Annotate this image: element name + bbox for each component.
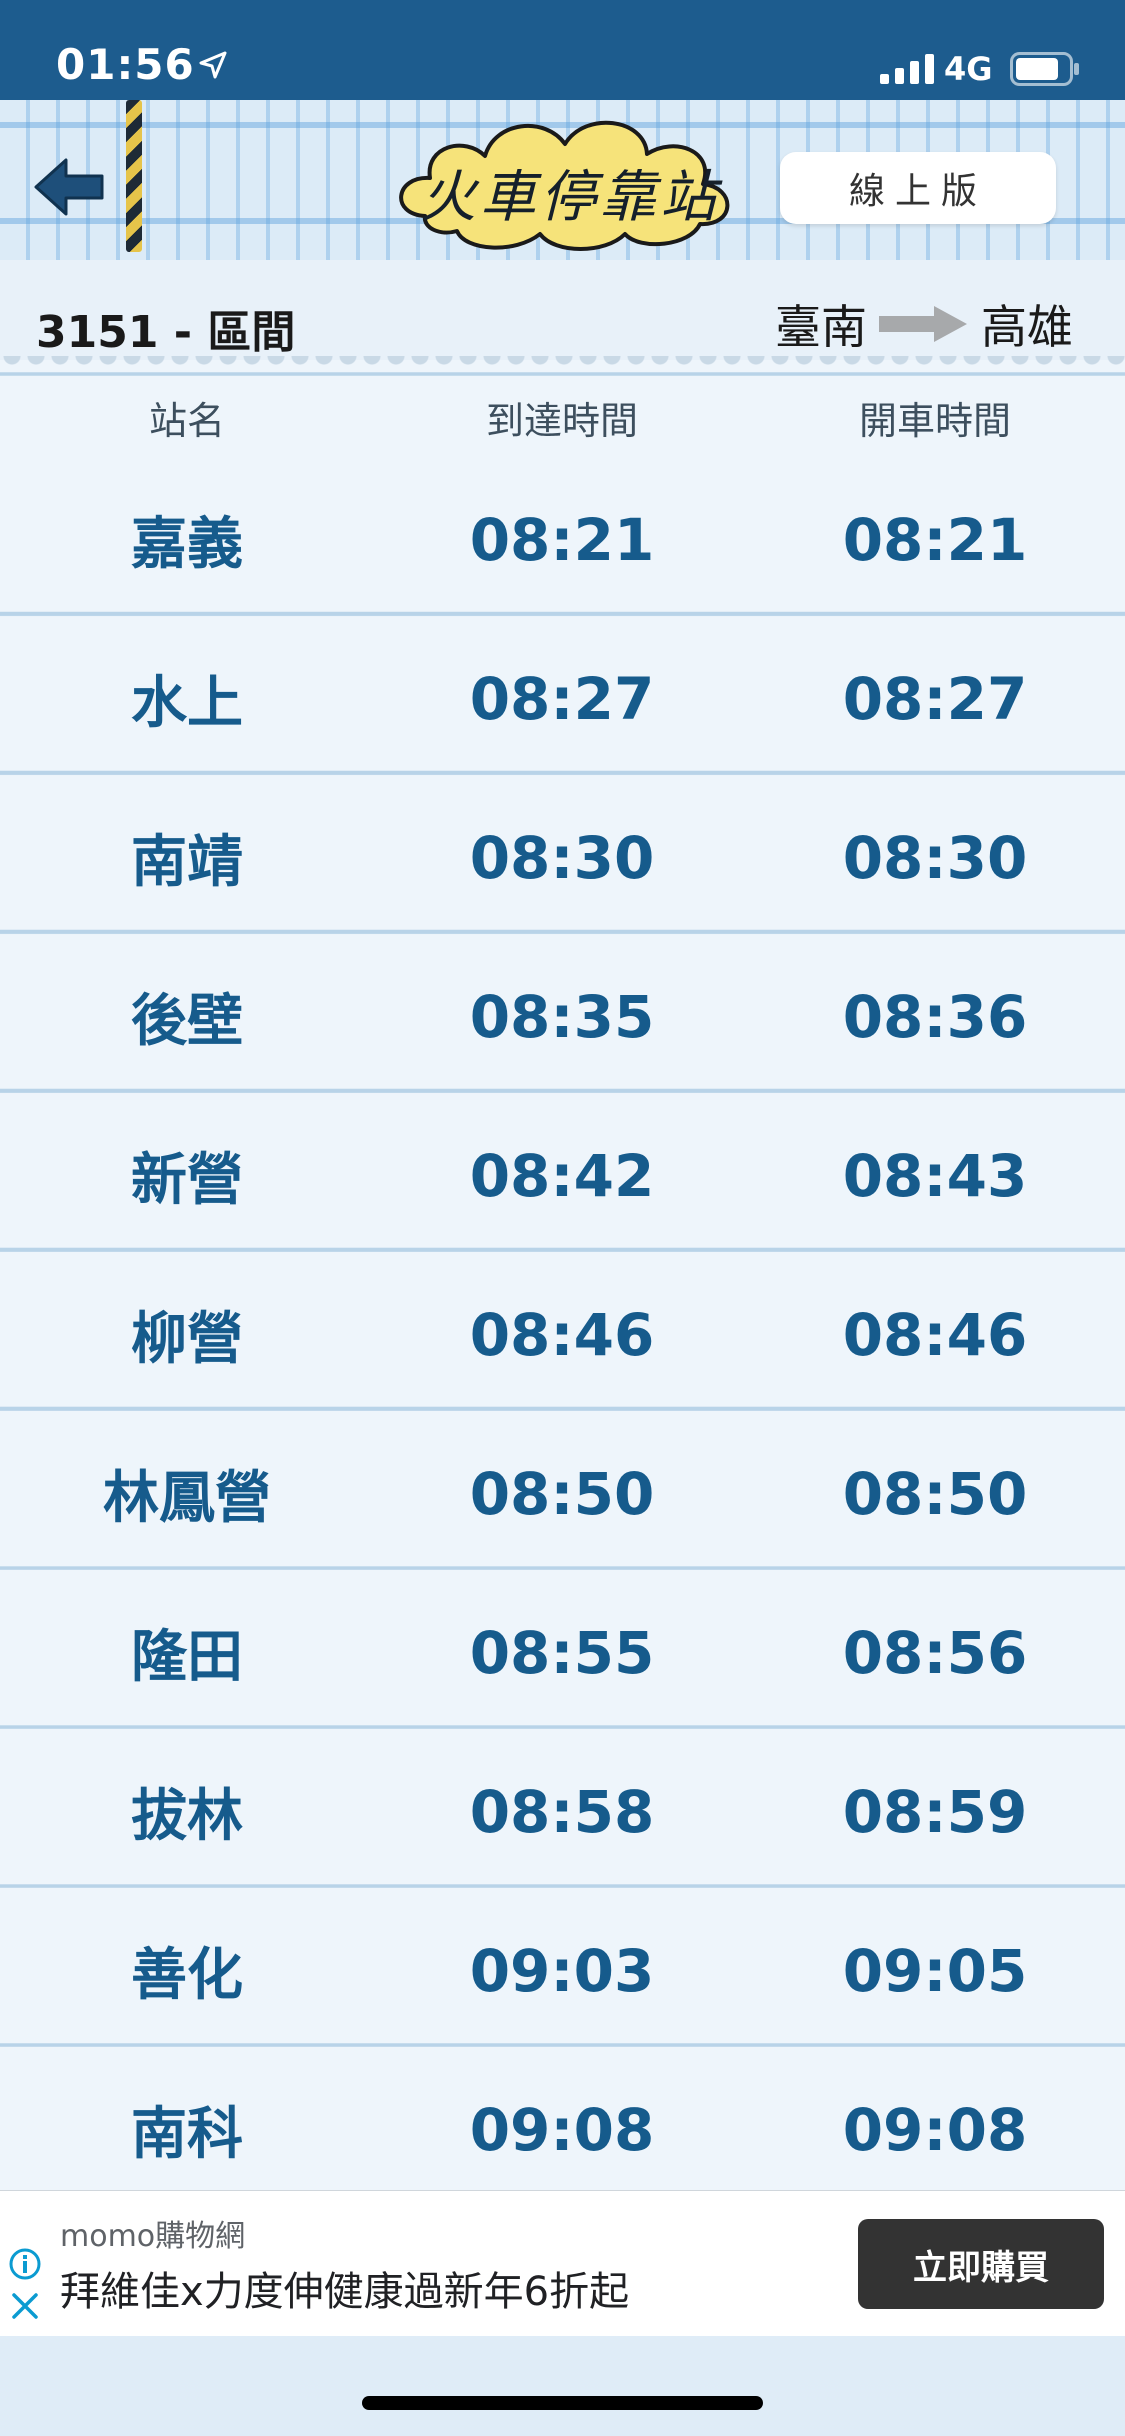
departure-time: 08:36 xyxy=(842,982,1028,1051)
ad-info-icon[interactable] xyxy=(8,2247,42,2281)
crossing-pole xyxy=(126,100,142,252)
station-name: 南靖 xyxy=(131,830,243,895)
table-header: 站名 到達時間 開車時間 xyxy=(0,390,1125,450)
status-bar: 01:56 4G xyxy=(0,0,1125,100)
departure-time: 08:27 xyxy=(842,664,1028,733)
station-name: 南科 xyxy=(131,2102,243,2167)
column-header-arrival: 到達時間 xyxy=(485,399,638,443)
route-info: 臺南 高雄 xyxy=(775,296,1073,354)
online-version-button[interactable]: 線上版 xyxy=(780,152,1056,224)
network-type: 4G xyxy=(944,50,993,88)
app-logo-title: 火車停靠站 xyxy=(420,165,720,230)
table-row: 水上 08:27 08:27 xyxy=(0,619,1125,778)
app-header: 火車停靠站 線上版 xyxy=(0,100,1125,260)
column-header-departure: 開車時間 xyxy=(858,399,1011,443)
table-row: 柳營 08:46 08:46 xyxy=(0,1255,1125,1414)
departure-time: 08:59 xyxy=(842,1777,1028,1846)
destination-station: 高雄 xyxy=(981,300,1073,354)
home-indicator[interactable] xyxy=(362,2396,763,2410)
route-arrow-icon xyxy=(879,306,967,342)
station-name: 隆田 xyxy=(131,1625,243,1690)
battery-icon xyxy=(1010,52,1079,86)
table-row: 拔林 08:58 08:59 xyxy=(0,1732,1125,1891)
station-name: 水上 xyxy=(131,671,243,736)
station-name: 嘉義 xyxy=(131,512,243,577)
station-name: 拔林 xyxy=(131,1784,243,1849)
departure-time: 08:46 xyxy=(842,1300,1028,1369)
arrival-time: 08:50 xyxy=(469,1459,655,1528)
back-arrow-icon[interactable] xyxy=(30,152,110,222)
departure-time: 08:30 xyxy=(842,823,1028,892)
ad-close-icon[interactable] xyxy=(10,2291,40,2321)
origin-station: 臺南 xyxy=(775,300,867,354)
ad-buy-now-button[interactable]: 立即購買 xyxy=(858,2219,1104,2309)
station-name: 林鳳營 xyxy=(103,1466,271,1531)
station-name: 後壁 xyxy=(131,989,243,1054)
train-info-bar: 3151 - 區間 臺南 高雄 xyxy=(0,260,1125,360)
table-row: 後壁 08:35 08:36 xyxy=(0,937,1125,1096)
departure-time: 08:21 xyxy=(842,505,1028,574)
table-row: 南科 09:08 09:08 xyxy=(0,2050,1125,2209)
arrival-time: 08:46 xyxy=(469,1300,655,1369)
status-time: 01:56 xyxy=(56,40,195,89)
departure-time: 08:56 xyxy=(842,1618,1028,1687)
ad-headline[interactable]: 拜維佳x力度伸健康過新年6折起 xyxy=(60,2259,629,2317)
arrival-time: 08:55 xyxy=(469,1618,655,1687)
arrival-time: 09:03 xyxy=(469,1936,655,2005)
arrival-time: 08:35 xyxy=(469,982,655,1051)
table-row: 隆田 08:55 08:56 xyxy=(0,1573,1125,1732)
station-name: 新營 xyxy=(131,1148,243,1213)
departure-time: 09:05 xyxy=(842,1936,1028,2005)
station-name: 善化 xyxy=(131,1943,243,2008)
departure-time: 09:08 xyxy=(842,2095,1028,2164)
timetable: 站名 到達時間 開車時間 嘉義 08:21 08:21 水上 08:27 08:… xyxy=(0,360,1125,2190)
arrival-time: 08:42 xyxy=(469,1141,655,1210)
table-row: 嘉義 08:21 08:21 xyxy=(0,460,1125,619)
table-row: 南靖 08:30 08:30 xyxy=(0,778,1125,937)
table-row: 善化 09:03 09:05 xyxy=(0,1891,1125,2050)
ad-advertiser: momo購物網 xyxy=(60,2219,246,2254)
ad-banner[interactable]: momo購物網 拜維佳x力度伸健康過新年6折起 立即購買 xyxy=(0,2190,1125,2336)
station-name: 柳營 xyxy=(131,1307,243,1372)
train-number-label: 3151 - 區間 xyxy=(36,307,296,358)
arrival-time: 09:08 xyxy=(469,2095,655,2164)
arrival-time: 08:21 xyxy=(469,505,655,574)
location-arrow-icon xyxy=(199,51,227,79)
signal-strength-icon xyxy=(880,54,934,84)
arrival-time: 08:30 xyxy=(469,823,655,892)
table-row: 林鳳營 08:50 08:50 xyxy=(0,1414,1125,1573)
bottom-background xyxy=(0,2336,1125,2436)
arrival-time: 08:58 xyxy=(469,1777,655,1846)
departure-time: 08:43 xyxy=(842,1141,1028,1210)
arrival-time: 08:27 xyxy=(469,664,655,733)
column-header-station: 站名 xyxy=(148,399,225,443)
table-row: 新營 08:42 08:43 xyxy=(0,1096,1125,1255)
departure-time: 08:50 xyxy=(842,1459,1028,1528)
